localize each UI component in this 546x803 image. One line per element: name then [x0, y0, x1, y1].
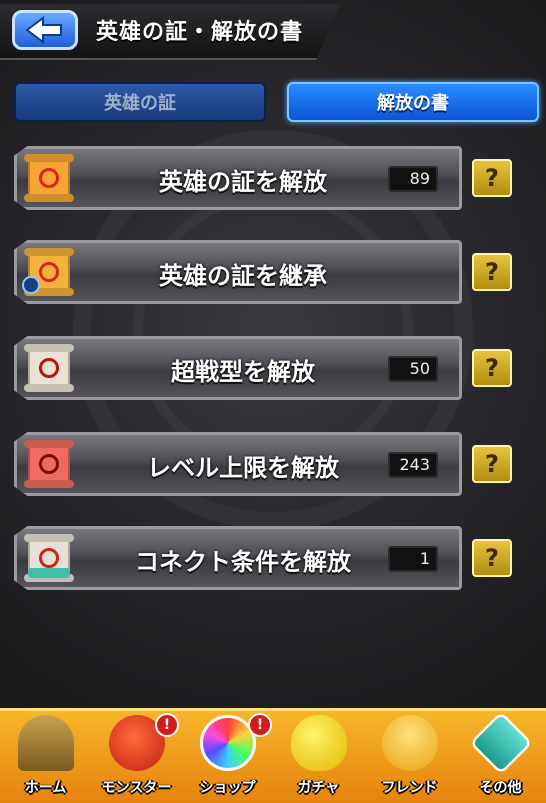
nav-friend[interactable]: フレンド — [364, 711, 455, 803]
home-icon — [18, 715, 74, 771]
item-count: 50 — [388, 356, 438, 382]
header: 英雄の証・解放の書 — [0, 0, 546, 62]
item-count: 1 — [388, 546, 438, 572]
red-scroll-icon — [22, 152, 76, 204]
back-button[interactable] — [12, 10, 78, 50]
menu-item-release-hero-proof[interactable]: 英雄の証を解放 89 — [14, 146, 462, 210]
help-button[interactable]: ? — [472, 445, 512, 483]
nav-label: その他 — [479, 780, 522, 796]
tab-release-book[interactable]: 解放の書 — [287, 82, 539, 122]
white-scroll-icon — [22, 342, 76, 394]
nav-shop[interactable]: ! ショップ — [182, 711, 273, 803]
back-arrow-icon — [25, 16, 62, 44]
item-count: 89 — [388, 166, 438, 192]
menu-item-release-level-cap[interactable]: レベル上限を解放 243 — [14, 432, 462, 496]
nav-home[interactable]: ホーム — [0, 711, 91, 803]
nav-gacha[interactable]: ガチャ — [273, 711, 364, 803]
item-count: 243 — [388, 452, 438, 478]
menu-item-inherit-hero-proof[interactable]: 英雄の証を継承 — [14, 240, 462, 304]
nav-monster[interactable]: ! モンスター — [91, 711, 182, 803]
menu-item-label: コネクト条件を解放 — [135, 548, 351, 576]
menu-item-label: レベル上限を解放 — [147, 454, 339, 482]
background-emblem-inner — [133, 190, 413, 470]
bottom-nav: ホーム ! モンスター ! ショップ ガチャ フレンド その他 — [0, 708, 546, 803]
menu-item-label: 英雄の証を継承 — [159, 262, 327, 290]
inherit-scroll-icon — [22, 246, 76, 298]
connect-scroll-icon — [22, 532, 76, 584]
nav-label: ショップ — [199, 780, 256, 796]
nav-other[interactable]: その他 — [455, 711, 546, 803]
menu-item-release-connect[interactable]: コネクト条件を解放 1 — [14, 526, 462, 590]
help-button[interactable]: ? — [472, 253, 512, 291]
menu-item-label: 超戦型を解放 — [171, 358, 315, 386]
notification-badge: ! — [155, 713, 179, 737]
help-button[interactable]: ? — [472, 349, 512, 387]
gacha-egg-icon — [291, 715, 347, 771]
page-title: 英雄の証・解放の書 — [96, 20, 304, 45]
menu-item-label: 英雄の証を解放 — [159, 168, 327, 196]
notification-badge: ! — [248, 713, 272, 737]
menu-item-release-super-battle[interactable]: 超戦型を解放 50 — [14, 336, 462, 400]
nav-label: フレンド — [381, 780, 438, 796]
other-icon — [469, 711, 533, 775]
nav-label: ホーム — [24, 780, 67, 796]
nav-label: モンスター — [101, 780, 172, 796]
tab-hero-proof[interactable]: 英雄の証 — [14, 82, 266, 122]
help-button[interactable]: ? — [472, 539, 512, 577]
nav-label: ガチャ — [297, 780, 340, 796]
help-button[interactable]: ? — [472, 159, 512, 197]
friend-icon — [382, 715, 438, 771]
pink-scroll-icon — [22, 438, 76, 490]
